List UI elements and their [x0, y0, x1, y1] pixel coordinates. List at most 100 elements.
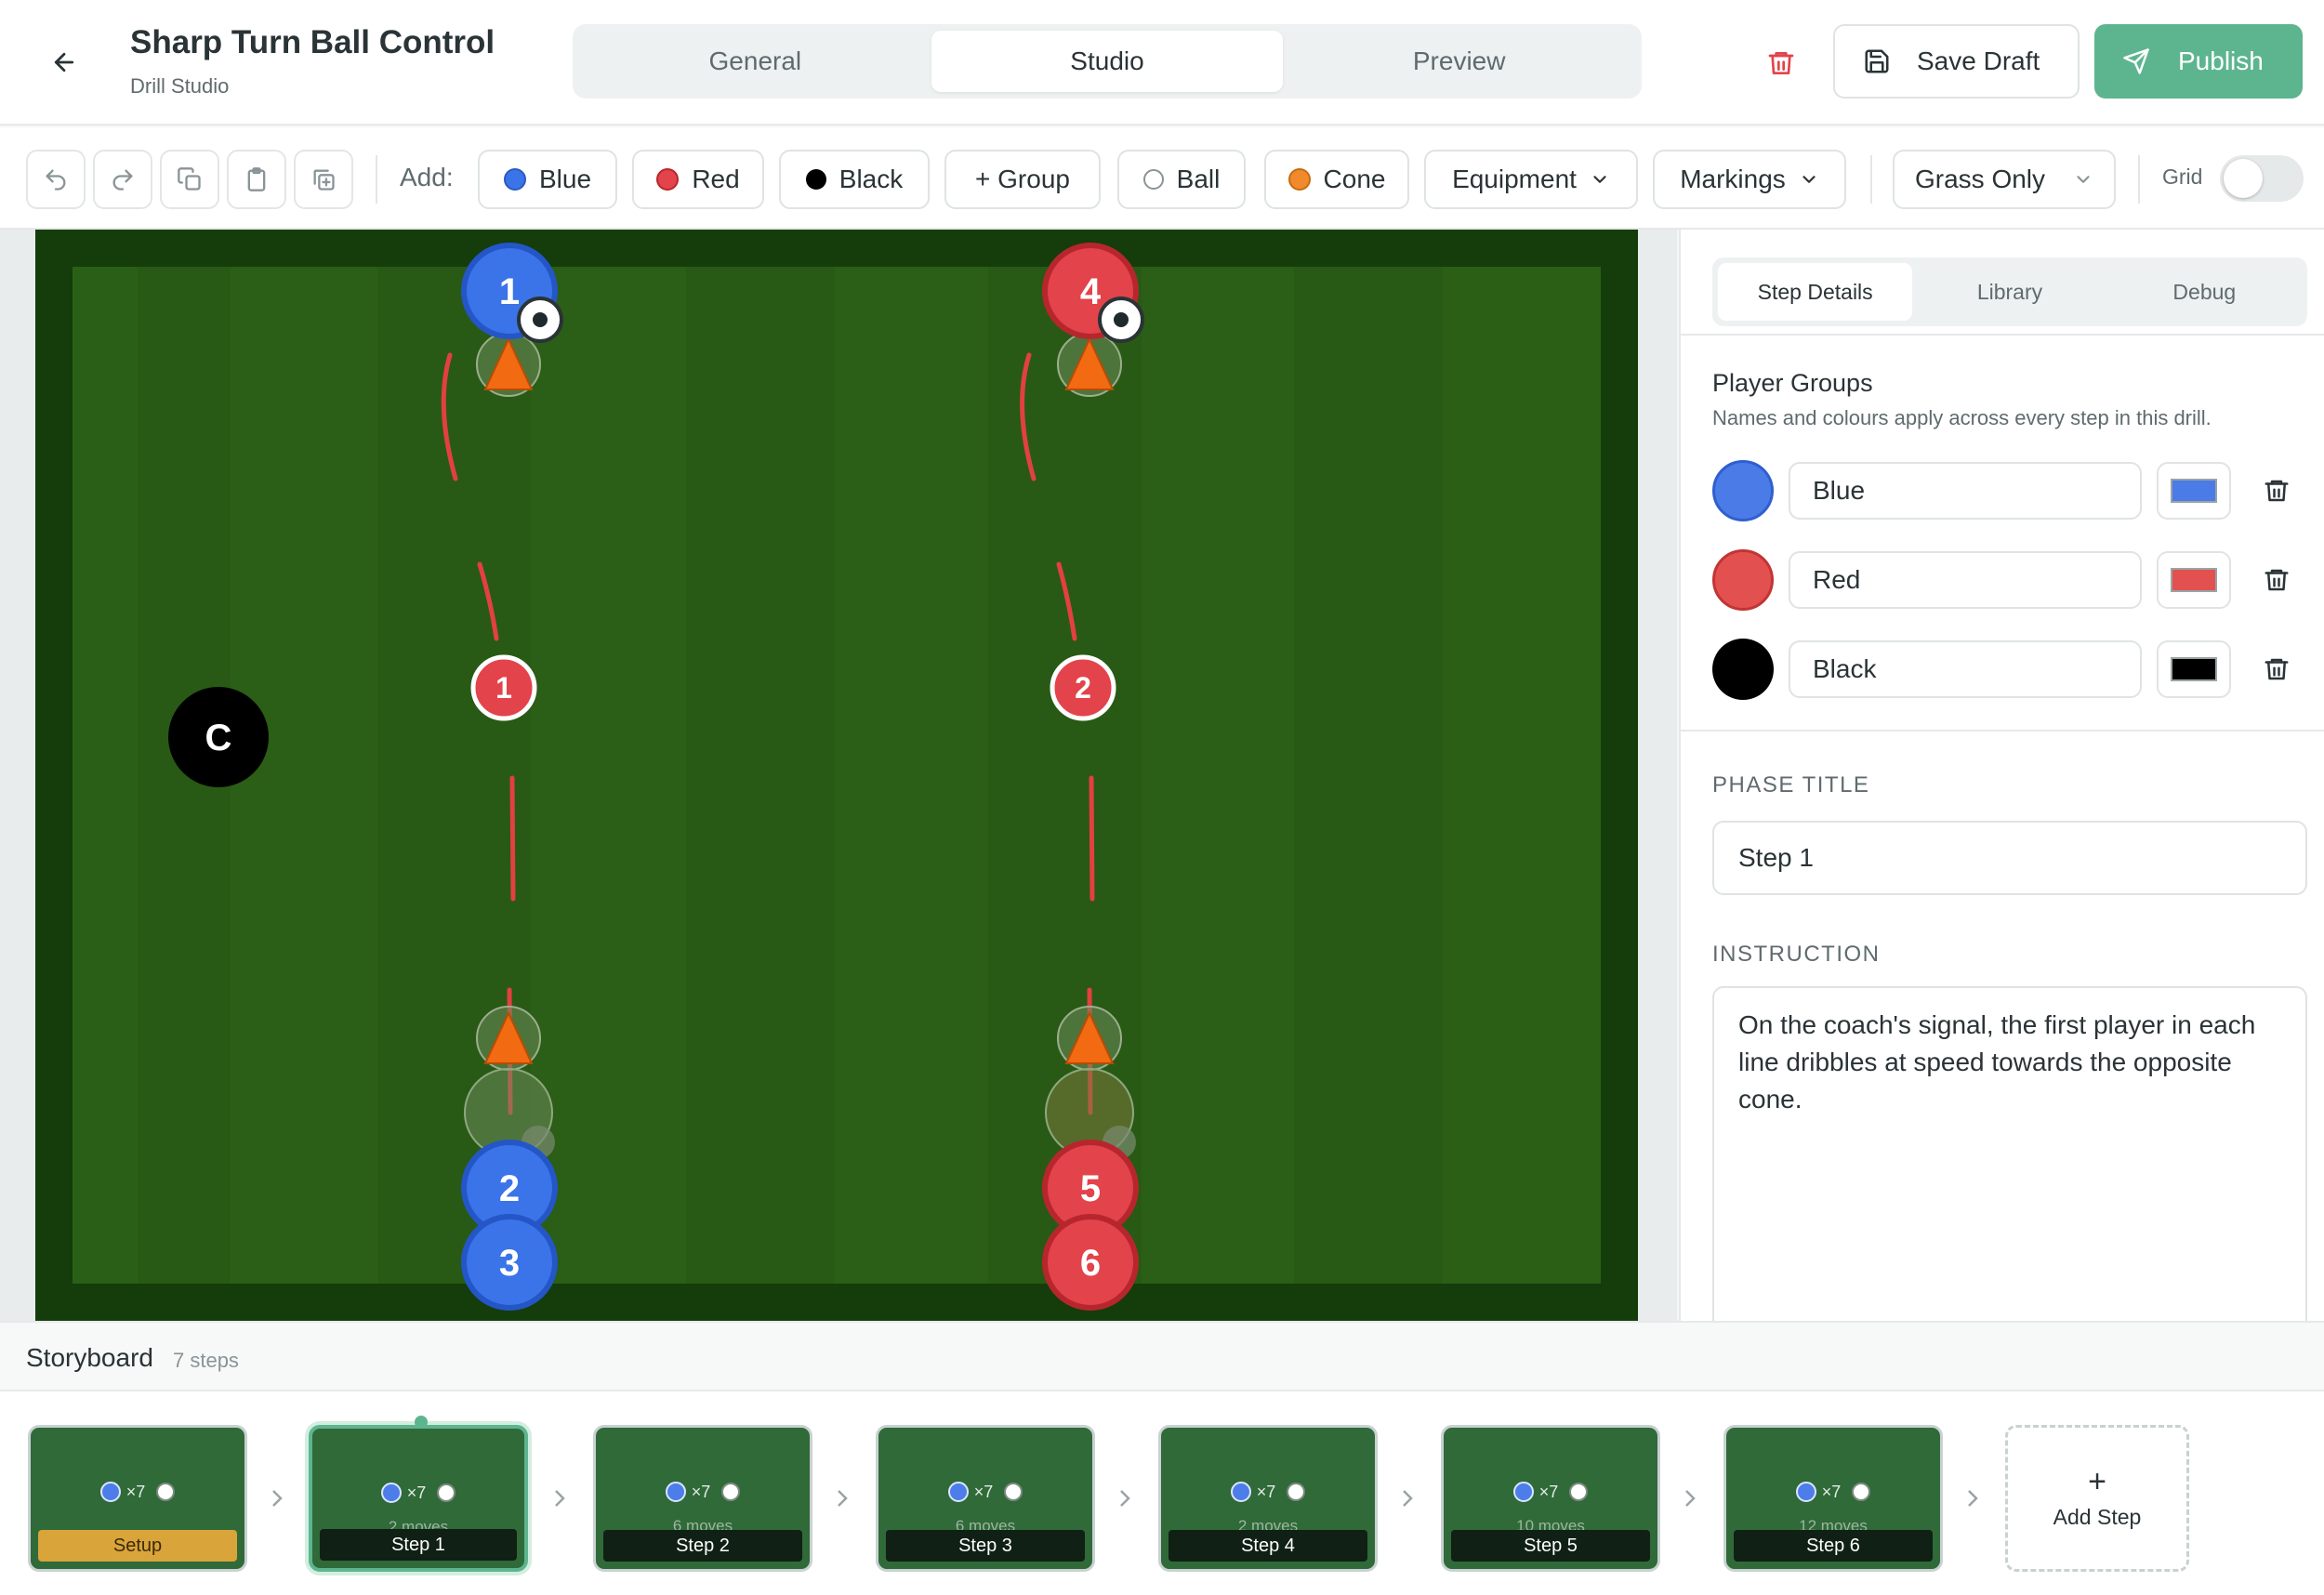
player-group-row: Black — [1712, 639, 2307, 700]
player-count: ×7 — [406, 1483, 427, 1502]
step-card-5[interactable]: ×7 10 moves Step 5 — [1441, 1425, 1660, 1572]
player-count: ×7 — [1256, 1482, 1276, 1501]
phase-title-input[interactable]: Step 1 — [1712, 821, 2307, 895]
group-name-input[interactable]: Black — [1789, 640, 2142, 698]
save-draft-button[interactable]: Save Draft — [1833, 24, 2080, 99]
player-token-blue[interactable]: 3 — [461, 1214, 558, 1311]
tab-debug[interactable]: Debug — [2107, 263, 2302, 321]
ball-token[interactable] — [517, 297, 563, 343]
step-summary: ×7 — [1726, 1482, 1940, 1502]
step-label: Step 4 — [1169, 1530, 1367, 1562]
step-card-3[interactable]: ×7 6 moves Step 3 — [876, 1425, 1095, 1572]
add-group-button[interactable]: + Group — [944, 150, 1101, 209]
grid-label: Grid — [2162, 165, 2203, 189]
inspector-tabs: Step Details Library Debug — [1712, 257, 2307, 326]
group-color-picker[interactable] — [2157, 551, 2231, 609]
tab-studio[interactable]: Studio — [931, 31, 1284, 92]
step-card-4[interactable]: ×7 2 moves Step 4 — [1158, 1425, 1378, 1572]
add-step-button[interactable]: + Add Step — [2005, 1425, 2189, 1572]
delete-drill-button[interactable] — [1759, 41, 1803, 86]
group-color-picker[interactable] — [2157, 640, 2231, 698]
storyboard-title: Storyboard — [26, 1343, 153, 1372]
chevron-down-icon — [1593, 176, 1606, 183]
step-summary: ×7 — [1444, 1482, 1657, 1502]
ball-icon — [1142, 169, 1164, 190]
step-card-setup[interactable]: ×7 Setup — [28, 1425, 247, 1572]
editor-toolbar: Add: Blue Red Black + Group Ball Cone Eq… — [0, 127, 2324, 230]
tab-step-details[interactable]: Step Details — [1718, 263, 1913, 321]
instruction-label: INSTRUCTION — [1712, 942, 1881, 967]
publish-button[interactable]: Publish — [2094, 24, 2303, 99]
save-draft-label: Save Draft — [1917, 46, 2040, 75]
arrow-left-icon — [54, 52, 74, 72]
instruction-textarea[interactable]: On the coach's signal, the first player … — [1712, 986, 2307, 1321]
add-ball-button[interactable]: Ball — [1117, 150, 1246, 209]
path-red-lower — [1089, 775, 1095, 902]
ball-token[interactable] — [1098, 297, 1144, 343]
add-red-button[interactable]: Red — [632, 150, 764, 209]
group-name-input[interactable]: Blue — [1789, 462, 2142, 520]
coach-token[interactable]: C — [168, 687, 269, 787]
back-button[interactable] — [41, 39, 87, 86]
add-cone-button[interactable]: Cone — [1264, 150, 1409, 209]
trash-icon — [2265, 480, 2289, 502]
add-blue-label: Blue — [538, 165, 592, 193]
blue-dot-icon — [503, 168, 526, 191]
player-number: 4 — [1080, 271, 1102, 312]
player-number: 3 — [499, 1243, 520, 1284]
position-marker[interactable]: 2 — [1050, 654, 1116, 721]
duplicate-icon — [313, 169, 335, 191]
grass-stripes — [73, 267, 1601, 1284]
save-icon — [1865, 49, 1889, 73]
ball-icon — [437, 1483, 456, 1502]
group-name-input[interactable]: Red — [1789, 551, 2142, 609]
copy-icon — [178, 167, 201, 191]
cone-dot-icon — [1287, 168, 1311, 191]
step-card-6[interactable]: ×7 12 moves Step 6 — [1723, 1425, 1943, 1572]
redo-button[interactable] — [93, 150, 152, 209]
grid-toggle[interactable] — [2220, 155, 2304, 202]
add-step-label: Add Step — [2053, 1504, 2142, 1529]
delete-group-button[interactable] — [2257, 560, 2296, 600]
copy-button[interactable] — [160, 150, 219, 209]
tab-preview[interactable]: Preview — [1283, 31, 1635, 92]
paste-button[interactable] — [227, 150, 286, 209]
ball-icon — [156, 1483, 176, 1501]
trash-icon — [1768, 52, 1794, 74]
player-number: 6 — [1080, 1243, 1101, 1284]
equipment-dropdown[interactable]: Equipment — [1424, 150, 1638, 209]
chevron-right-icon — [1681, 1484, 1699, 1512]
player-icon — [1795, 1482, 1816, 1502]
player-groups-title: Player Groups — [1712, 369, 1873, 397]
equipment-label: Equipment — [1452, 165, 1577, 193]
step-card-2[interactable]: ×7 6 moves Step 2 — [593, 1425, 812, 1572]
toolbar-divider — [1870, 155, 1872, 204]
add-blue-button[interactable]: Blue — [478, 150, 617, 209]
step-label: Step 2 — [603, 1530, 802, 1562]
player-number: 5 — [1080, 1168, 1101, 1209]
player-groups-subtitle: Names and colours apply across every ste… — [1712, 406, 2212, 429]
ball-icon — [721, 1483, 741, 1501]
undo-button[interactable] — [26, 150, 86, 209]
add-label: Add: — [400, 163, 454, 191]
pitch[interactable]: 1 2 C 1 2 3 4 5 6 — [35, 230, 1638, 1321]
add-black-button[interactable]: Black — [779, 150, 930, 209]
surface-select[interactable]: Grass Only — [1893, 150, 2116, 209]
tab-library[interactable]: Library — [1912, 263, 2106, 321]
add-cone-label: Cone — [1323, 165, 1386, 193]
position-marker[interactable]: 1 — [470, 654, 537, 721]
step-label: Step 6 — [1734, 1530, 1933, 1562]
player-token-red[interactable]: 6 — [1042, 1214, 1139, 1311]
group-color-picker[interactable] — [2157, 462, 2231, 520]
trash-icon — [2265, 658, 2289, 680]
chevron-down-icon — [2077, 176, 2090, 183]
player-count: ×7 — [691, 1482, 711, 1501]
duplicate-button[interactable] — [294, 150, 353, 209]
ball-icon — [1852, 1483, 1871, 1501]
tab-general[interactable]: General — [579, 31, 931, 92]
markings-dropdown[interactable]: Markings — [1653, 150, 1846, 209]
step-card-1[interactable]: ×7 2 moves Step 1 — [309, 1425, 528, 1572]
group-color-avatar — [1712, 549, 1774, 611]
delete-group-button[interactable] — [2257, 471, 2296, 510]
delete-group-button[interactable] — [2257, 650, 2296, 689]
